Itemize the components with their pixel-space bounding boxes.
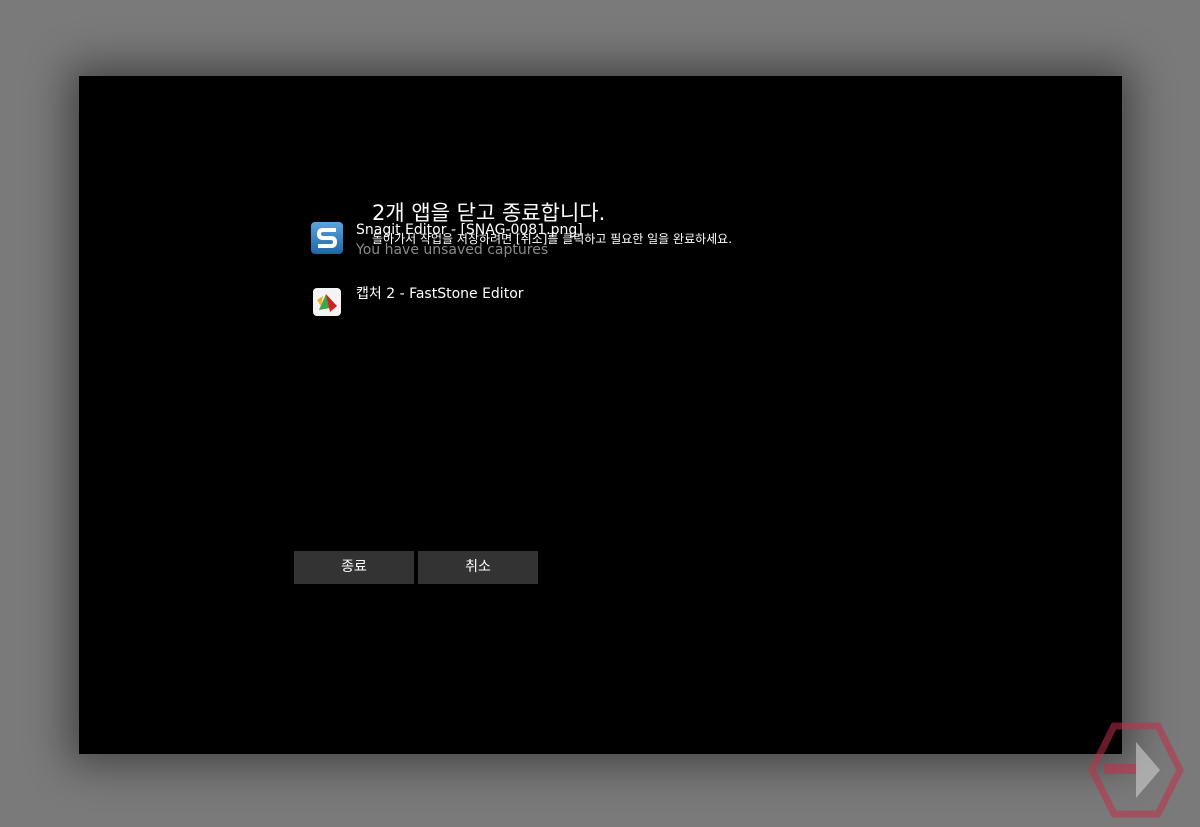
app-item-snagit: Snagit Editor - [SNAG-0081.png] You have… — [311, 220, 811, 260]
dialog-buttons: 종료 취소 — [294, 551, 542, 584]
shutdown-button[interactable]: 종료 — [294, 551, 414, 584]
snagit-icon — [311, 222, 343, 254]
app-item-faststone: 캡처 2 - FastStone Editor — [311, 284, 811, 324]
app-name: Snagit Editor - [SNAG-0081.png] — [356, 222, 583, 238]
watermark-logo-icon — [1088, 722, 1184, 818]
shutdown-dialog: 2개 앱을 닫고 종료합니다. 돌아가서 작업을 저장하려면 [취소]를 클릭하… — [79, 76, 1122, 754]
app-status: You have unsaved captures — [356, 242, 549, 258]
cancel-button[interactable]: 취소 — [418, 551, 538, 584]
faststone-icon — [313, 288, 341, 316]
app-list: Snagit Editor - [SNAG-0081.png] You have… — [311, 220, 811, 348]
app-name: 캡처 2 - FastStone Editor — [356, 286, 524, 302]
